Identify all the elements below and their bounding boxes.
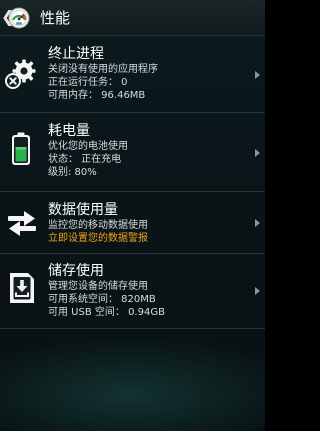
row-battery-usage[interactable]: 耗电量 优化您的电池使用 状态： 正在充电 级别: 80% [0,113,265,192]
gear-close-icon [5,59,36,89]
battery-level: 级别: 80% [48,167,97,178]
back-button[interactable]: ❮ [0,0,34,36]
chevron-right-icon [255,287,260,295]
row-title: 数据使用量 [48,202,118,218]
chevron-right-icon [255,71,260,79]
page-title: 性能 [40,9,71,27]
performance-screen: ❮ 性能 终止进程 关闭没有使用的应用程序 正在运行任务： 0 可用内存： 96… [0,0,265,431]
row-description: 监控您的移动数据使用 [48,220,148,231]
chevron-right-icon [255,219,260,227]
battery-icon [12,132,30,165]
system-space: 可用系统空间： 820MB [48,294,156,305]
row-storage-usage[interactable]: 储存使用 管理您设备的储存使用 可用系统空间： 820MB 可用 USB 空间：… [0,254,265,329]
row-title: 耗电量 [48,123,90,139]
row-text: 终止进程 关闭没有使用的应用程序 正在运行任务： 0 可用内存： 96.46MB [48,45,245,102]
data-alert-link[interactable]: 立即设置您的数据警报 [48,232,245,245]
battery-status: 状态： 正在充电 [48,154,122,165]
title-bar: ❮ 性能 [0,0,265,36]
row-title: 储存使用 [48,263,104,279]
row-text: 储存使用 管理您设备的储存使用 可用系统空间： 820MB 可用 USB 空间：… [48,262,245,319]
row-description: 优化您的电池使用 [48,141,128,152]
data-transfer-icon [8,211,36,236]
available-memory: 可用内存： 96.46MB [48,90,146,101]
row-kill-processes[interactable]: 终止进程 关闭没有使用的应用程序 正在运行任务： 0 可用内存： 96.46MB [0,37,265,113]
running-tasks: 正在运行任务： 0 [48,77,128,88]
row-data-usage[interactable]: 数据使用量 监控您的移动数据使用 立即设置您的数据警报 [0,192,265,254]
chevron-right-icon [255,149,260,157]
speedometer-icon [8,7,30,29]
row-text: 数据使用量 监控您的移动数据使用 立即设置您的数据警报 [48,201,245,245]
row-description: 管理您设备的储存使用 [48,281,148,292]
storage-download-icon [10,273,34,303]
row-description: 关闭没有使用的应用程序 [48,64,158,75]
usb-space: 可用 USB 空间： 0.94GB [48,307,165,318]
row-text: 耗电量 优化您的电池使用 状态： 正在充电 级别: 80% [48,122,245,179]
row-title: 终止进程 [48,46,104,62]
